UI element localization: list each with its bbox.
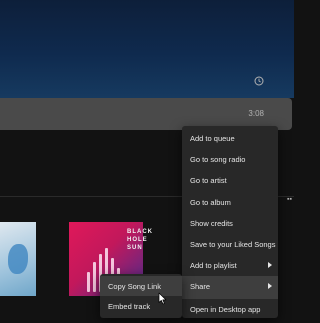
menu-item-show-credits[interactable]: Show credits (182, 213, 278, 234)
mouse-pointer-icon (158, 292, 167, 305)
menu-item-save-to-liked-songs[interactable]: Save to your Liked Songs (182, 234, 278, 255)
chevron-right-icon (268, 262, 272, 269)
header-banner (0, 0, 294, 98)
track-duration: 3:08 (248, 109, 264, 118)
menu-item-add-to-playlist[interactable]: Add to playlist (182, 255, 278, 276)
album-art-title: BLACK HOLE SUN (127, 229, 153, 251)
menu-item-go-to-album[interactable]: Go to album (182, 192, 278, 213)
menu-item-embed-track[interactable]: Embed track (100, 296, 182, 316)
share-submenu: Copy Song Link Embed track (100, 274, 182, 318)
menu-item-copy-song-link[interactable]: Copy Song Link (100, 276, 182, 296)
album-art-shape (8, 244, 28, 274)
menu-item-go-to-song-radio[interactable]: Go to song radio (182, 149, 278, 170)
menu-item-open-in-desktop-app[interactable]: Open in Desktop app (182, 299, 278, 320)
album-card-left[interactable] (0, 222, 36, 296)
chevron-right-icon (268, 283, 272, 290)
menu-item-go-to-artist[interactable]: Go to artist (182, 170, 278, 191)
more-icon[interactable]: ▪▪ (287, 196, 292, 203)
clock-icon (254, 76, 264, 86)
menu-item-share[interactable]: Share (182, 276, 278, 298)
menu-item-add-to-queue[interactable]: Add to queue (182, 128, 278, 149)
track-context-menu: Add to queue Go to song radio Go to arti… (182, 126, 278, 318)
